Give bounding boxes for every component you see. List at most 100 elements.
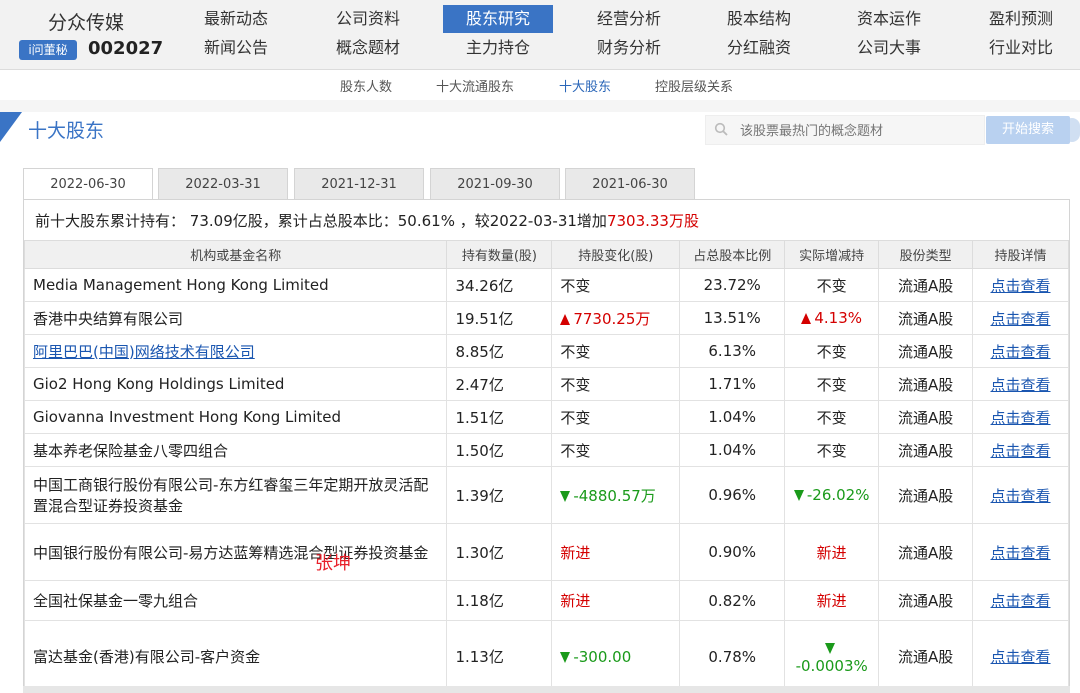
actual-change-text: -0.0003% [795, 656, 868, 675]
nav-item[interactable]: 资本运作 [834, 5, 944, 33]
arrow-up-icon [801, 313, 812, 324]
subnav-top-holders[interactable]: 十大股东 [559, 76, 611, 95]
view-detail-link[interactable]: 点击查看 [991, 310, 1051, 328]
actual-change-text: 不变 [816, 408, 847, 427]
tab-2021-09-30[interactable]: 2021-09-30 [430, 168, 560, 200]
actual-change: 不变 [784, 400, 880, 434]
holding-detail[interactable]: 点击查看 [972, 301, 1069, 335]
tab-2021-12-31[interactable]: 2021-12-31 [294, 168, 424, 200]
subnav-shareholder-count[interactable]: 股东人数 [340, 76, 392, 95]
share-type: 流通A股 [878, 620, 974, 693]
table-row: 中国银行股份有限公司-易方达蓝筹精选混合型证券投资基金 1.30亿 新进 0.90% 新… [23, 523, 1069, 581]
actual-change: 不变 [784, 367, 880, 401]
header-name: 机构或基金名称 [23, 240, 448, 269]
nav-item[interactable]: 股本结构 [704, 5, 814, 33]
table-row: Giovanna Investment Hong Kong Limited 1.5… [23, 400, 1069, 434]
divider [0, 100, 1080, 112]
bottom-bar [23, 686, 1070, 693]
actual-change-text: 4.13% [814, 309, 862, 327]
nav-item[interactable]: 新闻公告 [181, 34, 291, 62]
view-detail-link[interactable]: 点击查看 [991, 544, 1051, 562]
view-detail-link[interactable]: 点击查看 [991, 376, 1051, 394]
search-input[interactable] [740, 116, 980, 144]
nav-item[interactable]: 主力持仓 [443, 34, 553, 62]
holder-name[interactable]: 阿里巴巴(中国)网络技术有限公司 [23, 334, 448, 368]
actual-change-text: 不变 [816, 441, 847, 460]
holding-change-value: 7730.25万 [560, 310, 650, 328]
holding-change-text: 新进 [560, 592, 591, 610]
actual-change: 新进 [784, 523, 880, 581]
nav-item[interactable]: 股东研究 [443, 5, 553, 33]
holding-detail[interactable]: 点击查看 [972, 523, 1069, 581]
summary-compare: ，较2022-03-31增加 [459, 212, 607, 230]
holding-detail[interactable]: 点击查看 [972, 367, 1069, 401]
header-actual: 实际增减持 [784, 240, 880, 269]
holding-detail[interactable]: 点击查看 [972, 620, 1069, 693]
nav-item[interactable]: 行业对比 [966, 34, 1076, 62]
table-header-row: 机构或基金名称 持有数量(股) 持股变化(股) 占总股本比例 实际增减持 股份类… [23, 240, 1069, 269]
summary-ratio-label: ，累计占总股本比： [262, 212, 398, 230]
nav-item[interactable]: 盈利预测 [966, 5, 1076, 33]
holding-change-text: -4880.57万 [573, 486, 656, 505]
holding-change-value: -4880.57万 [560, 486, 656, 505]
tab-2022-03-31[interactable]: 2022-03-31 [158, 168, 288, 200]
holding-change-text: 不变 [560, 408, 591, 427]
nav-item[interactable]: 公司资料 [313, 5, 423, 33]
nav-item[interactable]: 概念题材 [313, 34, 423, 62]
summary-change: 7303.33万股 [606, 212, 699, 230]
holding-change-text: 不变 [560, 375, 591, 394]
holder-name: 基本养老保险基金八零四组合 [23, 433, 448, 467]
holding-detail[interactable]: 点击查看 [972, 433, 1069, 467]
view-detail-link[interactable]: 点击查看 [991, 442, 1051, 460]
header-qty: 持有数量(股) [446, 240, 553, 269]
holding-detail[interactable]: 点击查看 [972, 268, 1069, 302]
view-detail-link[interactable]: 点击查看 [991, 487, 1051, 505]
holding-change-text: 不变 [560, 342, 591, 361]
search-button[interactable]: 开始搜索 [986, 116, 1070, 144]
nav-item[interactable]: 财务分析 [574, 34, 684, 62]
nav-item[interactable]: 经营分析 [574, 5, 684, 33]
view-detail-link[interactable]: 点击查看 [991, 592, 1051, 610]
holder-name: 香港中央结算有限公司 [23, 301, 448, 335]
holding-change-value: 新进 [560, 592, 590, 610]
holding-detail[interactable]: 点击查看 [972, 400, 1069, 434]
holding-detail[interactable]: 点击查看 [972, 466, 1069, 524]
share-type: 流通A股 [878, 301, 974, 335]
view-detail-link[interactable]: 点击查看 [991, 409, 1051, 427]
subnav-top-float-holders[interactable]: 十大流通股东 [436, 76, 514, 95]
holding-change: -4880.57万 [551, 466, 681, 524]
holding-change-text: 不变 [560, 441, 591, 460]
actual-change-value: 不变 [817, 409, 847, 427]
nav-item[interactable]: 分红融资 [704, 34, 814, 62]
ask-secretary-badge[interactable]: i问董秘 [19, 40, 77, 60]
actual-change: 不变 [784, 433, 880, 467]
holder-name: Media Management Hong Kong Limited [23, 268, 448, 302]
share-ratio: 1.71% [679, 367, 786, 401]
search-icon [714, 122, 728, 136]
nav-item[interactable]: 公司大事 [834, 34, 944, 62]
share-ratio: 1.04% [679, 433, 786, 467]
view-detail-link[interactable]: 点击查看 [991, 343, 1051, 361]
actual-change-value: 不变 [817, 376, 847, 394]
holding-qty: 1.51亿 [446, 400, 553, 434]
table-row: 基本养老保险基金八零四组合 1.50亿 不变 1.04% 不变 流通A股 点击查看 [23, 433, 1069, 467]
share-type: 流通A股 [878, 580, 974, 621]
tab-2021-06-30[interactable]: 2021-06-30 [565, 168, 695, 200]
holder-link[interactable]: 阿里巴巴(中国)网络技术有限公司 [33, 343, 255, 361]
holding-detail[interactable]: 点击查看 [972, 334, 1069, 368]
holding-change-value: 不变 [560, 277, 590, 295]
nav-item[interactable]: 最新动态 [181, 5, 291, 33]
arrow-down-icon [793, 490, 804, 501]
subnav-holding-structure[interactable]: 控股层级关系 [655, 76, 733, 95]
tab-2022-06-30[interactable]: 2022-06-30 [23, 168, 153, 200]
holding-change-text: 不变 [560, 276, 591, 295]
holder-name: Giovanna Investment Hong Kong Limited [23, 400, 448, 434]
summary-prefix: 前十大股东累计持有： [35, 212, 186, 230]
summary-line: 前十大股东累计持有： 73.09亿股，累计占总股本比：50.61% ，较2022… [35, 210, 699, 231]
view-detail-link[interactable]: 点击查看 [991, 648, 1051, 666]
arrow-down-icon [825, 642, 836, 654]
concept-search [705, 115, 985, 145]
holding-qty: 1.39亿 [446, 466, 553, 524]
holding-detail[interactable]: 点击查看 [972, 580, 1069, 621]
view-detail-link[interactable]: 点击查看 [991, 277, 1051, 295]
